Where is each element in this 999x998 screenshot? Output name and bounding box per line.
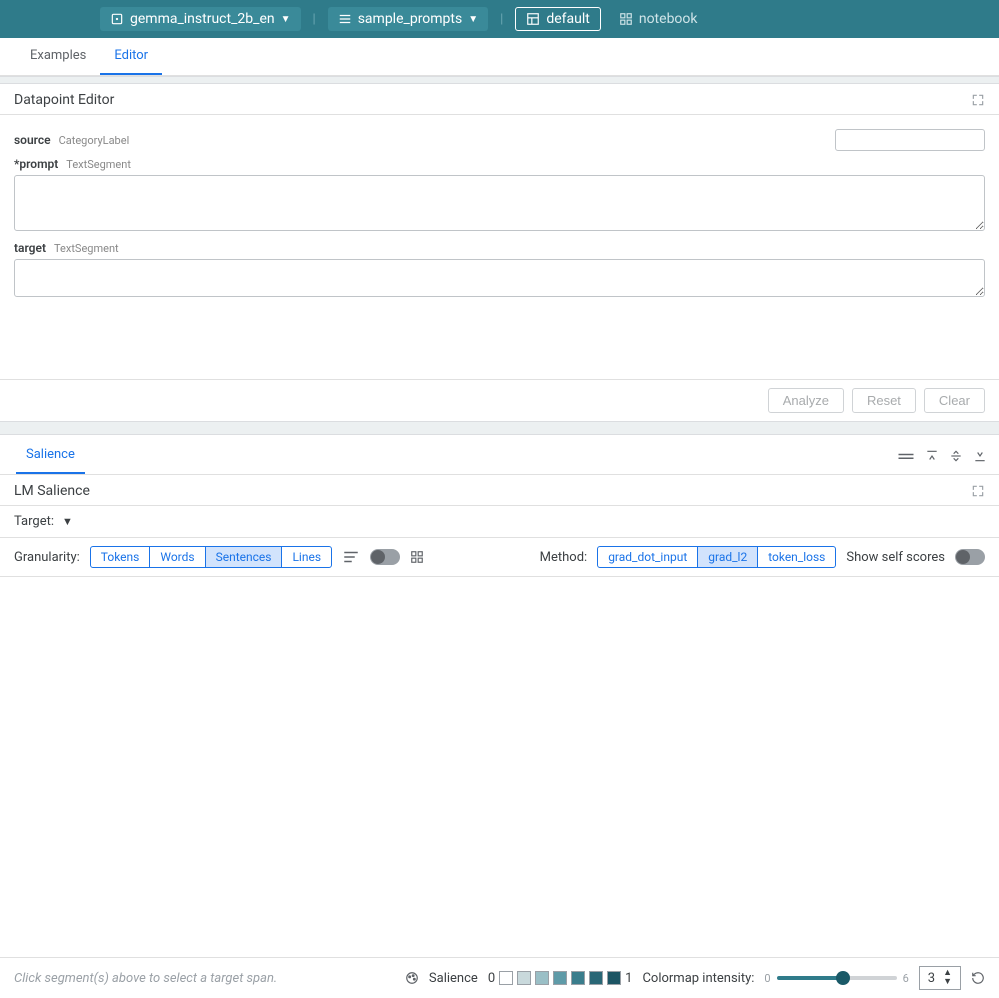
- datapoint-editor-body: source CategoryLabel *prompt TextSegment…: [0, 115, 999, 309]
- legend-swatch: [499, 971, 513, 985]
- tab-salience[interactable]: Salience: [16, 437, 85, 474]
- legend-swatch: [607, 971, 621, 985]
- self-scores-label: Show self scores: [846, 550, 945, 565]
- palette-icon: [405, 971, 419, 985]
- salience-tabrow: Salience: [0, 435, 999, 475]
- field-prompt-row: *prompt TextSegment: [14, 157, 985, 171]
- legend-swatch: [571, 971, 585, 985]
- legend-swatch: [553, 971, 567, 985]
- datapoint-editor-header: Datapoint Editor: [0, 84, 999, 115]
- field-target-row: target TextSegment: [14, 241, 985, 255]
- field-target-type: TextSegment: [54, 242, 119, 255]
- density-toggle[interactable]: [370, 549, 400, 565]
- colormap-numbox[interactable]: 3 ▲▼: [919, 966, 961, 990]
- drag-handle-icon[interactable]: [897, 449, 915, 463]
- numbox-spinner[interactable]: ▲▼: [943, 969, 952, 987]
- field-prompt-label: *prompt: [14, 157, 58, 171]
- divider: |: [496, 12, 507, 27]
- caret-down-icon: ▼: [468, 14, 478, 25]
- granularity-lines[interactable]: Lines: [281, 546, 332, 568]
- target-label: Target:: [14, 514, 54, 529]
- caret-down-icon: ▼: [281, 14, 291, 25]
- layout-icon: [526, 12, 540, 26]
- field-source-input[interactable]: [835, 129, 985, 151]
- field-source-row: source CategoryLabel: [14, 129, 985, 151]
- colormap-slider[interactable]: [777, 976, 897, 980]
- colormap-slider-wrap: 0 6: [764, 972, 908, 985]
- gap: [0, 76, 999, 84]
- divider: |: [309, 12, 320, 27]
- layout-label: default: [546, 11, 590, 27]
- method-label: Method:: [540, 550, 588, 565]
- list-icon: [338, 12, 352, 26]
- fullscreen-icon[interactable]: [971, 93, 985, 107]
- legend-swatch: [517, 971, 531, 985]
- dataset-select[interactable]: sample_prompts ▼: [328, 7, 488, 31]
- slider-max: 6: [903, 972, 909, 985]
- collapse-up-icon[interactable]: [925, 449, 939, 463]
- field-source-label: source: [14, 133, 51, 147]
- slider-thumb[interactable]: [836, 971, 850, 985]
- tab-editor[interactable]: Editor: [100, 38, 162, 75]
- legend-swatch: [535, 971, 549, 985]
- controls-row: Granularity: Tokens Words Sentences Line…: [0, 538, 999, 577]
- model-select[interactable]: gemma_instruct_2b_en ▼: [100, 7, 301, 31]
- method-token-loss[interactable]: token_loss: [757, 546, 836, 568]
- fullscreen-icon[interactable]: [971, 484, 985, 498]
- legend-max: 1: [625, 971, 632, 986]
- lm-salience-title: LM Salience: [14, 483, 90, 499]
- target-dropdown[interactable]: ▼: [62, 515, 73, 528]
- clear-button[interactable]: Clear: [924, 388, 985, 413]
- lm-salience-header: LM Salience: [0, 475, 999, 506]
- method-grad-l2[interactable]: grad_l2: [697, 546, 758, 568]
- granularity-label: Granularity:: [14, 550, 80, 565]
- layout-default-button[interactable]: default: [515, 7, 601, 31]
- legend-swatch: [589, 971, 603, 985]
- field-prompt-type: TextSegment: [66, 158, 131, 171]
- colormap-label: Colormap intensity:: [642, 971, 754, 986]
- method-group: grad_dot_input grad_l2 token_loss: [597, 546, 836, 568]
- salience-legend: 0 1: [488, 971, 633, 986]
- center-icon[interactable]: [949, 449, 963, 463]
- dataset-label: sample_prompts: [358, 11, 463, 27]
- slider-min: 0: [764, 972, 770, 985]
- numbox-value: 3: [928, 971, 935, 986]
- datapoint-editor-footer: Analyze Reset Clear: [0, 379, 999, 421]
- salience-legend-label: Salience: [429, 971, 478, 986]
- reset-button[interactable]: Reset: [852, 388, 916, 413]
- model-label: gemma_instruct_2b_en: [130, 11, 275, 27]
- method-grad-dot-input[interactable]: grad_dot_input: [597, 546, 698, 568]
- salience-body: [0, 577, 999, 957]
- reset-icon[interactable]: [971, 971, 985, 985]
- gap: [0, 421, 999, 435]
- layout-notebook-button[interactable]: notebook: [609, 7, 708, 31]
- grid-icon: [619, 12, 633, 26]
- legend-min: 0: [488, 971, 495, 986]
- target-row: Target: ▼: [0, 506, 999, 538]
- topbar: gemma_instruct_2b_en ▼ | sample_prompts …: [0, 0, 999, 38]
- granularity-words[interactable]: Words: [149, 546, 205, 568]
- top-tabs: Examples Editor: [0, 38, 999, 76]
- datapoint-editor-title: Datapoint Editor: [14, 92, 114, 108]
- field-target-input[interactable]: [14, 259, 985, 297]
- field-prompt-input[interactable]: [14, 175, 985, 231]
- analyze-button[interactable]: Analyze: [768, 388, 844, 413]
- chip-icon: [110, 12, 124, 26]
- granularity-sentences[interactable]: Sentences: [205, 546, 283, 568]
- bottom-bar: Click segment(s) above to select a targe…: [0, 957, 999, 998]
- field-source-type: CategoryLabel: [59, 134, 130, 147]
- granularity-group: Tokens Words Sentences Lines: [90, 546, 332, 568]
- granularity-tokens[interactable]: Tokens: [90, 546, 151, 568]
- hint-text: Click segment(s) above to select a targe…: [14, 971, 277, 986]
- self-scores-toggle[interactable]: [955, 549, 985, 565]
- tab-examples[interactable]: Examples: [16, 38, 100, 75]
- density-icon[interactable]: [342, 550, 360, 564]
- notebook-label: notebook: [639, 11, 698, 27]
- collapse-down-icon[interactable]: [973, 449, 987, 463]
- field-target-label: target: [14, 241, 46, 255]
- grid-view-icon[interactable]: [410, 550, 424, 564]
